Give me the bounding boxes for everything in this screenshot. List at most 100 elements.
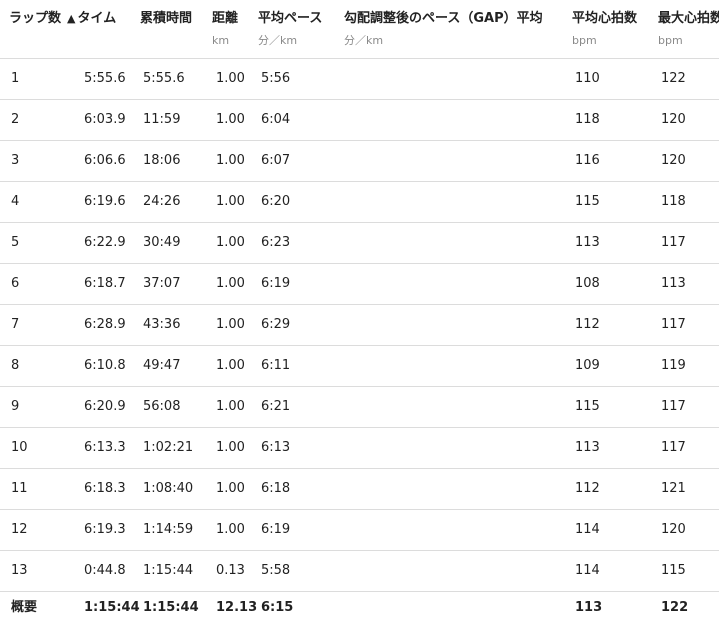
cell-pace: 6:20: [261, 194, 291, 209]
cell-max-hr: 117: [661, 399, 686, 414]
column-header-avg-pace[interactable]: 平均ペース 分／km: [258, 10, 322, 48]
cell-pace: 6:11: [261, 358, 291, 373]
cell-distance: 1.00: [216, 317, 245, 332]
cell-distance: 1.00: [216, 440, 245, 455]
column-header-distance[interactable]: 距離 km: [212, 10, 238, 48]
cell-lap: 10: [11, 440, 28, 455]
cell-pace: 6:23: [261, 235, 291, 250]
cell-max-hr: 122: [661, 600, 689, 615]
cell-avg-hr: 115: [575, 399, 600, 414]
table-row: 1 5:55.6 5:55.6 1.00 5:56 110 122: [0, 59, 719, 100]
cell-lap: 13: [11, 563, 28, 578]
table-row: 10 6:13.3 1:02:21 1.00 6:13 113 117: [0, 428, 719, 469]
cell-avg-hr: 118: [575, 112, 600, 127]
column-unit-distance: km: [212, 34, 230, 47]
cell-max-hr: 115: [661, 563, 686, 578]
column-label-cumulative-time: 累積時間: [140, 11, 193, 26]
column-label-time: タイム: [77, 11, 117, 26]
cell-cumulative: 1:15:44: [143, 600, 199, 615]
table-row: 12 6:19.3 1:14:59 1.00 6:19 114 120: [0, 510, 719, 551]
column-label-max-hr: 最大心拍数: [658, 11, 719, 26]
cell-time: 5:55.6: [84, 71, 126, 86]
table-header: ラップ数 ▲ タイム 累積時間 距離 km 平均ペース 分／km 勾配調整後のペー…: [0, 0, 719, 59]
table-row: 9 6:20.9 56:08 1.00 6:21 115 117: [0, 387, 719, 428]
cell-time: 6:03.9: [84, 112, 126, 127]
cell-pace: 6:29: [261, 317, 291, 332]
table-row: 5 6:22.9 30:49 1.00 6:23 113 117: [0, 223, 719, 264]
cell-distance: 1.00: [216, 153, 245, 168]
cell-distance: 1.00: [216, 399, 245, 414]
cell-pace: 6:19: [261, 276, 291, 291]
column-header-lap[interactable]: ラップ数: [9, 10, 61, 28]
cell-avg-hr: 108: [575, 276, 600, 291]
cell-lap: 1: [11, 71, 20, 86]
column-header-gap[interactable]: 勾配調整後のペース（GAP）平均 分／km: [344, 10, 543, 48]
column-header-cumulative-time[interactable]: 累積時間: [140, 10, 192, 28]
column-unit-avg-pace: 分／km: [258, 34, 298, 47]
cell-max-hr: 117: [661, 235, 686, 250]
cell-lap: 7: [11, 317, 20, 332]
cell-avg-hr: 109: [575, 358, 600, 373]
table-row: 3 6:06.6 18:06 1.00 6:07 116 120: [0, 141, 719, 182]
cell-max-hr: 117: [661, 440, 686, 455]
cell-time: 6:20.9: [84, 399, 126, 414]
cell-max-hr: 120: [661, 153, 686, 168]
cell-avg-hr: 115: [575, 194, 600, 209]
cell-max-hr: 121: [661, 481, 686, 496]
column-label-lap: ラップ数: [9, 11, 62, 26]
cell-avg-hr: 110: [575, 71, 600, 86]
cell-lap: 8: [11, 358, 20, 373]
cell-distance: 1.00: [216, 481, 245, 496]
cell-avg-hr: 113: [575, 600, 603, 615]
cell-cumulative: 1:15:44: [143, 563, 194, 578]
cell-max-hr: 120: [661, 522, 686, 537]
cell-pace: 6:21: [261, 399, 291, 414]
column-label-distance: 距離: [212, 11, 239, 26]
cell-time: 6:10.8: [84, 358, 126, 373]
cell-avg-hr: 112: [575, 317, 600, 332]
cell-distance: 12.13: [216, 600, 258, 615]
column-unit-gap: 分／km: [344, 34, 384, 47]
cell-avg-hr: 114: [575, 522, 600, 537]
cell-distance: 1.00: [216, 276, 245, 291]
cell-avg-hr: 112: [575, 481, 600, 496]
column-header-max-hr[interactable]: 最大心拍数 bpm: [658, 10, 719, 48]
cell-lap: 4: [11, 194, 20, 209]
cell-time: 6:19.6: [84, 194, 126, 209]
cell-time: 6:18.7: [84, 276, 126, 291]
cell-cumulative: 1:14:59: [143, 522, 194, 537]
cell-cumulative: 37:07: [143, 276, 181, 291]
cell-lap: 概要: [11, 600, 38, 615]
cell-lap: 9: [11, 399, 20, 414]
cell-max-hr: 113: [661, 276, 686, 291]
cell-cumulative: 30:49: [143, 235, 181, 250]
column-header-avg-hr[interactable]: 平均心拍数 bpm: [572, 10, 637, 48]
column-header-time[interactable]: ▲ タイム: [67, 10, 116, 28]
cell-distance: 1.00: [216, 71, 245, 86]
table-row: 4 6:19.6 24:26 1.00 6:20 115 118: [0, 182, 719, 223]
cell-distance: 1.00: [216, 112, 245, 127]
cell-cumulative: 5:55.6: [143, 71, 185, 86]
cell-pace: 6:19: [261, 522, 291, 537]
cell-pace: 6:18: [261, 481, 291, 496]
cell-time: 6:13.3: [84, 440, 126, 455]
summary-row: 概要 1:15:44 1:15:44 12.13 6:15 113 122: [0, 592, 719, 626]
cell-cumulative: 24:26: [143, 194, 181, 209]
cell-cumulative: 1:02:21: [143, 440, 194, 455]
cell-pace: 6:04: [261, 112, 291, 127]
cell-avg-hr: 113: [575, 235, 600, 250]
cell-lap: 5: [11, 235, 20, 250]
cell-time: 6:28.9: [84, 317, 126, 332]
cell-time: 0:44.8: [84, 563, 126, 578]
cell-max-hr: 117: [661, 317, 686, 332]
cell-avg-hr: 114: [575, 563, 600, 578]
cell-distance: 1.00: [216, 194, 245, 209]
cell-lap: 11: [11, 481, 28, 496]
cell-distance: 0.13: [216, 563, 245, 578]
column-label-gap: 勾配調整後のペース（GAP）平均: [344, 11, 543, 26]
cell-avg-hr: 113: [575, 440, 600, 455]
cell-max-hr: 122: [661, 71, 686, 86]
column-label-avg-hr: 平均心拍数: [572, 11, 638, 26]
cell-pace: 6:07: [261, 153, 291, 168]
column-unit-avg-hr: bpm: [572, 34, 597, 47]
